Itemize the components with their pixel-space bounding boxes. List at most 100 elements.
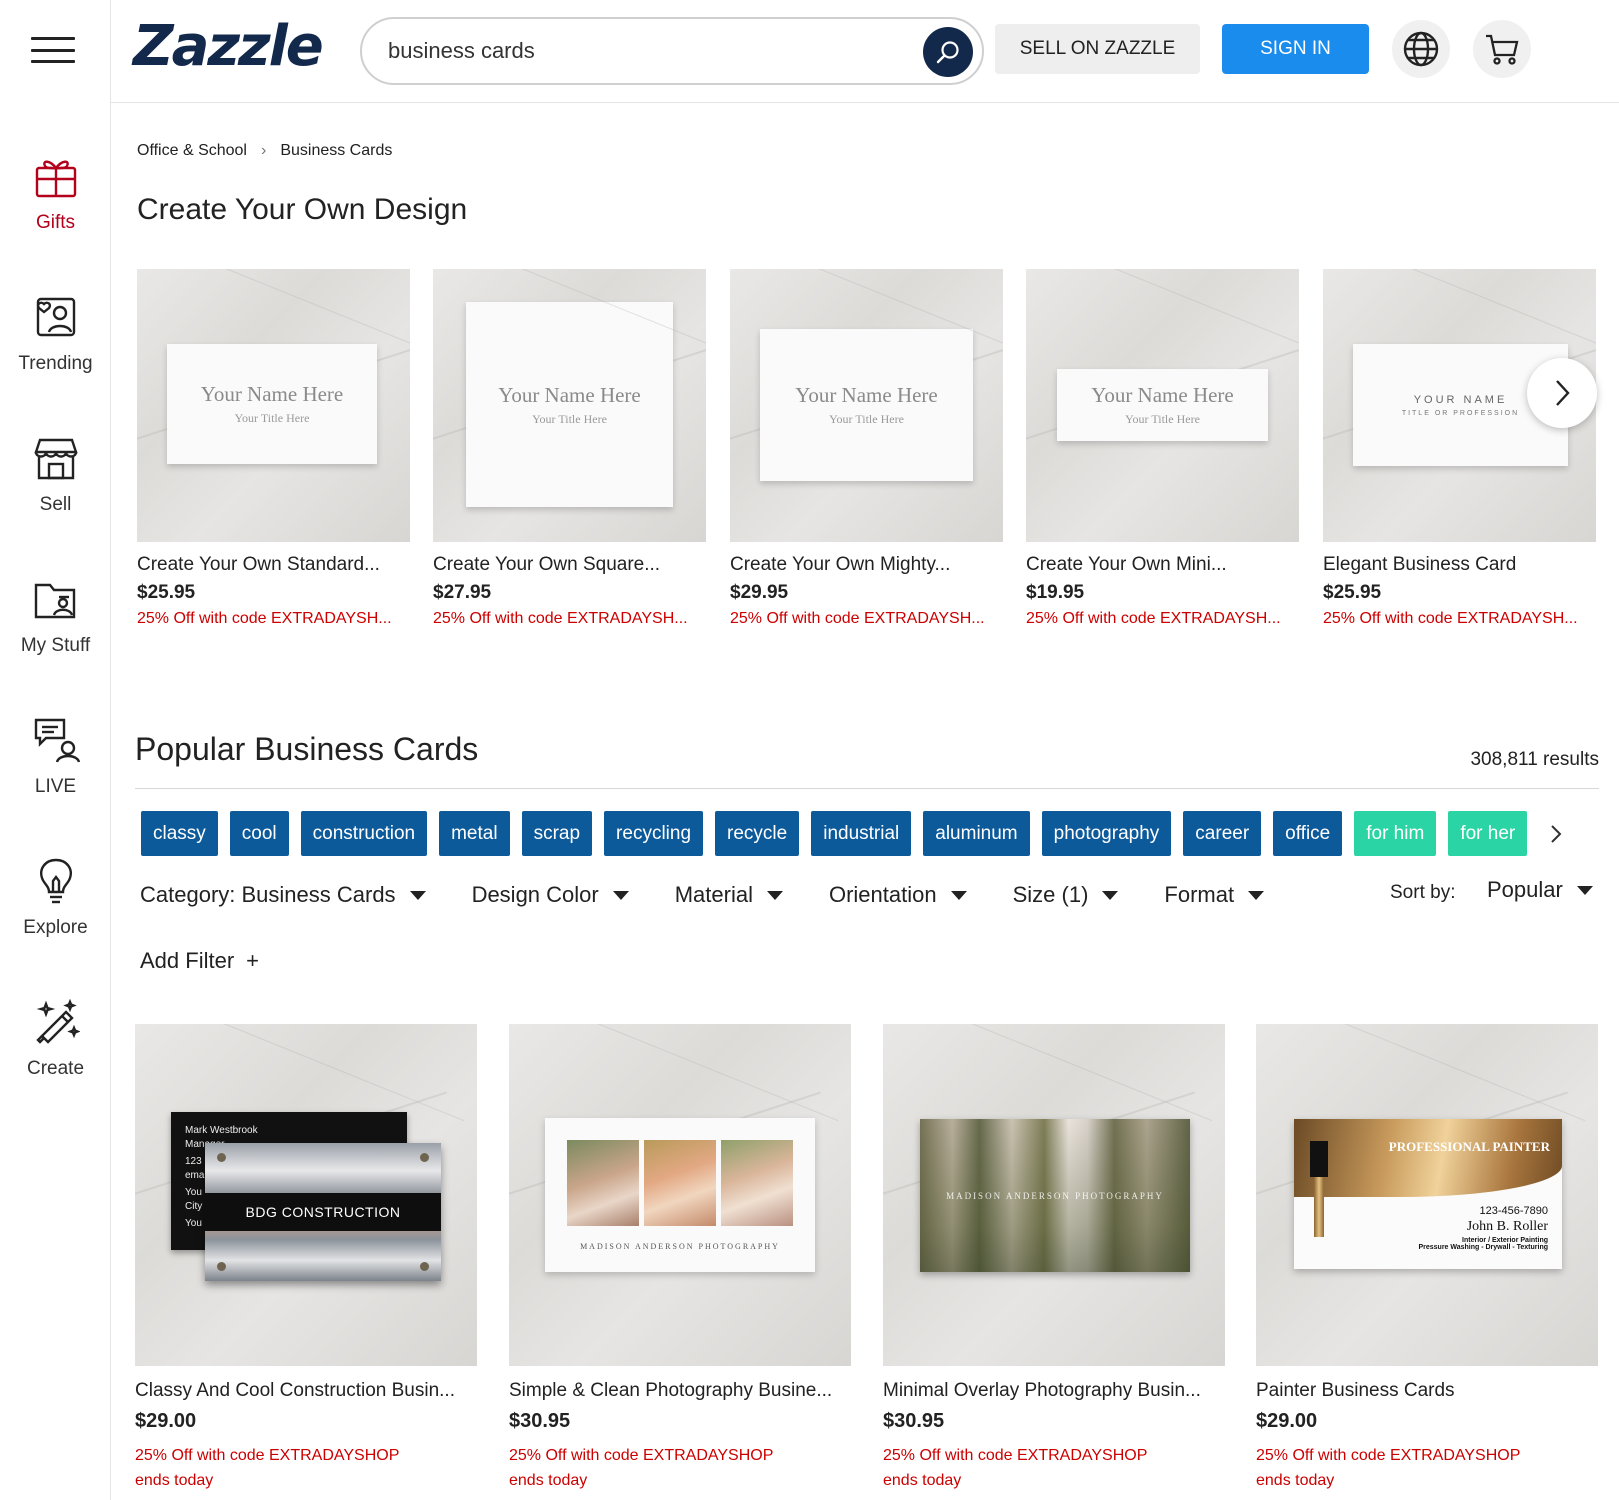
tag-chip[interactable]: for her bbox=[1448, 811, 1528, 856]
product-price: $25.95 bbox=[137, 582, 196, 603]
product-image[interactable]: MADISON ANDERSON PHOTOGRAPHY bbox=[883, 1024, 1225, 1366]
product-image[interactable]: Your Name Here Your Title Here bbox=[433, 269, 706, 542]
product-title[interactable]: Simple & Clean Photography Busine... bbox=[509, 1380, 851, 1402]
filter-format[interactable]: Format bbox=[1164, 882, 1265, 908]
product-price: $30.95 bbox=[509, 1410, 571, 1432]
tag-chip[interactable]: office bbox=[1273, 811, 1343, 856]
photo-thumbnail bbox=[721, 1140, 793, 1226]
sell-on-zazzle-button[interactable]: SELL ON ZAZZLE bbox=[995, 24, 1200, 74]
language-button[interactable] bbox=[1392, 20, 1450, 78]
product-card[interactable]: MADISON ANDERSON PHOTOGRAPHY Simple & Cl… bbox=[509, 1024, 851, 1493]
tag-chip[interactable]: photography bbox=[1041, 811, 1172, 856]
section-title-popular: Popular Business Cards bbox=[135, 731, 479, 767]
search-input[interactable] bbox=[388, 33, 808, 69]
product-title[interactable]: Painter Business Cards bbox=[1256, 1380, 1598, 1402]
tag-chip[interactable]: metal bbox=[439, 811, 510, 856]
product-card[interactable]: Your Name Here Your Title Here Create Yo… bbox=[433, 269, 706, 628]
filter-bar: Category: Business Cards Design Color Ma… bbox=[140, 877, 1310, 913]
card-name-text: Your Name Here bbox=[1091, 383, 1234, 407]
filter-design-color[interactable]: Design Color bbox=[472, 882, 629, 908]
tag-chip[interactable]: cool bbox=[229, 811, 289, 856]
sidebar-item-gifts[interactable]: Gifts bbox=[0, 152, 111, 234]
product-card[interactable]: Mark Westbrook Manager 123 ema You City … bbox=[135, 1024, 477, 1493]
sidebar-item-sell[interactable]: Sell bbox=[0, 434, 111, 516]
add-filter-label: Add Filter bbox=[140, 948, 235, 973]
promo-code-text: 25% Off with code EXTRADAYSHOP bbox=[883, 1447, 1148, 1464]
section-title-create: Create Your Own Design bbox=[137, 193, 468, 226]
sidebar-item-create[interactable]: Create bbox=[0, 998, 111, 1080]
tag-chip[interactable]: construction bbox=[300, 811, 428, 856]
card-name-text: Your Name Here bbox=[795, 383, 938, 407]
product-card[interactable]: Your Name Here Your Title Here Create Yo… bbox=[730, 269, 1003, 628]
product-card[interactable]: Your Name Here Your Title Here Create Yo… bbox=[1026, 269, 1299, 628]
tag-chip[interactable]: aluminum bbox=[923, 811, 1030, 856]
product-promo: 25% Off with code EXTRADAYSHOP ends today bbox=[1256, 1443, 1598, 1493]
card-name-text: Your Name Here bbox=[200, 382, 344, 406]
filter-orientation[interactable]: Orientation bbox=[829, 882, 967, 908]
card-service-text: Pressure Washing - Drywall - Texturing bbox=[1418, 1244, 1548, 1251]
cart-icon bbox=[1486, 34, 1519, 65]
sidebar-item-explore[interactable]: Explore bbox=[0, 857, 111, 939]
tag-chip[interactable]: recycle bbox=[715, 811, 800, 856]
filter-category[interactable]: Category: Business Cards bbox=[140, 882, 426, 908]
sidebar-item-my-stuff[interactable]: My Stuff bbox=[0, 575, 111, 657]
product-card[interactable]: PROFESSIONAL PAINTER 123-456-7890 John B… bbox=[1256, 1024, 1598, 1493]
menu-icon[interactable] bbox=[31, 37, 75, 63]
filter-material[interactable]: Material bbox=[675, 882, 783, 908]
card-front-preview: BDG CONSTRUCTION bbox=[205, 1143, 441, 1281]
business-card-preview: Your Name Here Your Title Here bbox=[760, 329, 973, 481]
product-image[interactable]: Your Name Here Your Title Here bbox=[137, 269, 410, 542]
add-filter-button[interactable]: Add Filter + bbox=[140, 948, 259, 974]
business-card-preview: MADISON ANDERSON PHOTOGRAPHY bbox=[545, 1118, 815, 1272]
promo-code-text: 25% Off with code EXTRADAYSHOP bbox=[509, 1447, 774, 1464]
filter-label: Material bbox=[674, 882, 753, 907]
product-image[interactable]: Your Name Here Your Title Here bbox=[730, 269, 1003, 542]
product-title[interactable]: Create Your Own Standard... bbox=[137, 554, 410, 576]
sidebar-item-trending[interactable]: Trending bbox=[0, 293, 111, 375]
card-name-text: John B. Roller bbox=[1466, 1219, 1548, 1234]
product-title[interactable]: Elegant Business Card bbox=[1323, 554, 1596, 576]
card-name-text: YOUR NAME bbox=[1413, 393, 1508, 406]
caret-down-icon bbox=[612, 890, 629, 900]
product-image[interactable]: MADISON ANDERSON PHOTOGRAPHY bbox=[509, 1024, 851, 1366]
zazzle-logo[interactable]: Zazzle bbox=[133, 14, 324, 79]
product-card[interactable]: Your Name Here Your Title Here Create Yo… bbox=[137, 269, 410, 628]
product-image[interactable]: PROFESSIONAL PAINTER 123-456-7890 John B… bbox=[1256, 1024, 1598, 1366]
product-image[interactable]: Your Name Here Your Title Here bbox=[1026, 269, 1299, 542]
screw-icon bbox=[420, 1262, 429, 1271]
product-card[interactable]: YOUR NAME TITLE OR PROFESSION Elegant Bu… bbox=[1323, 269, 1596, 628]
product-card[interactable]: MADISON ANDERSON PHOTOGRAPHY Minimal Ove… bbox=[883, 1024, 1225, 1493]
product-title[interactable]: Create Your Own Mighty... bbox=[730, 554, 1003, 576]
cart-button[interactable] bbox=[1473, 20, 1531, 78]
product-title[interactable]: Create Your Own Mini... bbox=[1026, 554, 1299, 576]
breadcrumb-office-school[interactable]: Office & School bbox=[137, 142, 247, 160]
sidebar-item-live[interactable]: LIVE bbox=[0, 716, 111, 798]
product-title[interactable]: Classy And Cool Construction Busin... bbox=[135, 1380, 477, 1402]
card-title-text: Your Title Here bbox=[532, 411, 607, 426]
product-image[interactable]: Mark Westbrook Manager 123 ema You City … bbox=[135, 1024, 477, 1366]
search-button[interactable] bbox=[923, 27, 973, 77]
tags-scroll-right-button[interactable] bbox=[1541, 817, 1571, 851]
card-contact-block: 123-456-7890 John B. Roller Interior / E… bbox=[1418, 1205, 1548, 1251]
filter-size[interactable]: Size (1) bbox=[1013, 882, 1119, 908]
tag-chip[interactable]: recycling bbox=[604, 811, 704, 856]
sort-dropdown[interactable]: Popular bbox=[1487, 877, 1593, 903]
product-price: $29.00 bbox=[1256, 1410, 1318, 1432]
tag-chip[interactable]: industrial bbox=[811, 811, 912, 856]
sign-in-button[interactable]: SIGN IN bbox=[1222, 24, 1369, 74]
caret-down-icon bbox=[950, 890, 967, 900]
card-name-text: Your Name Here bbox=[498, 382, 641, 407]
carousel-next-button[interactable] bbox=[1527, 358, 1597, 428]
tag-chip[interactable]: career bbox=[1183, 811, 1262, 856]
card-title-text: Your Title Here bbox=[1125, 412, 1200, 426]
card-name-text: Mark Westbrook bbox=[185, 1125, 258, 1136]
chevron-right-icon bbox=[1556, 380, 1570, 406]
tag-chip[interactable]: classy bbox=[141, 811, 218, 856]
tag-chip[interactable]: scrap bbox=[521, 811, 593, 856]
product-title[interactable]: Minimal Overlay Photography Busin... bbox=[883, 1380, 1225, 1402]
breadcrumb-business-cards[interactable]: Business Cards bbox=[280, 142, 392, 160]
product-promo: 25% Off with code EXTRADAYSHOP ends today bbox=[509, 1443, 851, 1493]
filter-label: Design Color bbox=[471, 882, 599, 907]
product-title[interactable]: Create Your Own Square... bbox=[433, 554, 706, 576]
tag-chip[interactable]: for him bbox=[1354, 811, 1437, 856]
